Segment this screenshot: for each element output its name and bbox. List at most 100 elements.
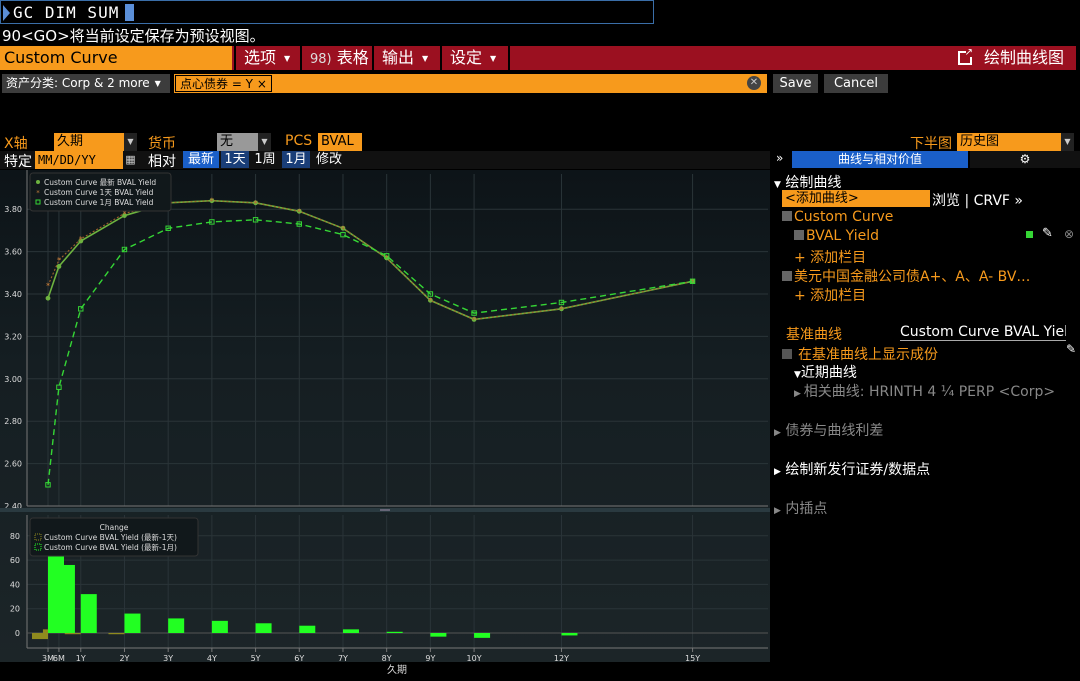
yield-curve-chart: 2.402.602.803.003.203.403.603.80***** ***…: [0, 170, 770, 676]
y-tick-label: 40: [10, 580, 20, 589]
filter-tag[interactable]: 点心债券 = Y ×: [175, 75, 272, 92]
data-point: *: [341, 224, 345, 233]
date-input[interactable]: MM/DD/YY: [35, 151, 123, 169]
asset-class-label: 资产分类: Corp & 2 more: [6, 76, 150, 90]
bar: [64, 633, 81, 635]
add-curve-input[interactable]: <添加曲线>: [782, 190, 930, 207]
chart-area: 2.40 2.60 2.80 3.00 3.20 3.40 3.60 3.80 * * * * * * * *…: [0, 170, 770, 676]
interpolation-label: 内插点: [785, 501, 828, 517]
pencil-icon[interactable]: ✎: [1042, 226, 1053, 241]
usd-curve-item[interactable]: 美元中国金融公司债A+、A、A- BV…: [782, 266, 1030, 286]
period-latest[interactable]: 最新: [183, 151, 219, 168]
command-line[interactable]: GC DIM SUM: [0, 0, 654, 24]
custom-curve-item[interactable]: Custom Curve: [782, 209, 893, 225]
currency-dropdown[interactable]: 无: [217, 133, 259, 151]
checkbox[interactable]: [794, 230, 804, 240]
y-tick-label: 0: [15, 629, 20, 638]
plot-curves-section[interactable]: ▼ 绘制曲线: [774, 172, 841, 192]
asset-class-dropdown[interactable]: 资产分类: Corp & 2 more ▼: [2, 74, 170, 93]
benchmark-input[interactable]: Custom Curve BVAL Yiel: [900, 323, 1066, 341]
bval-yield-item[interactable]: BVAL Yield: [794, 228, 879, 244]
pencil-icon[interactable]: ✎: [1066, 342, 1076, 356]
y-tick-label: 3.20: [4, 332, 22, 341]
x-tick-label: 15Y: [685, 654, 700, 663]
bond-spread-section[interactable]: ▶ 债券与曲线利差: [774, 420, 883, 440]
y-tick-label: 20: [10, 605, 20, 614]
lower-chart-dropdown[interactable]: 历史图: [957, 133, 1061, 151]
x-tick-label: 3Y: [163, 654, 173, 663]
checkbox[interactable]: [782, 271, 792, 281]
line-legend: Custom Curve 最新 BVAL Yield * Custom Curve …: [29, 172, 172, 212]
y-tick-label: 2.60: [4, 460, 22, 469]
related-curves-item[interactable]: ▶ 相关曲线: HRINTH 4 ¼ PERP <Corp>: [794, 381, 1055, 401]
bar: [32, 633, 48, 640]
pcs-label: PCS: [285, 133, 313, 149]
plot-new-label: 绘制新发行证券/数据点: [785, 462, 931, 478]
right-panel: » 曲线与相对价值 ⚙ ▼ 绘制曲线 <添加曲线> 浏览 | CRVF » Cu…: [770, 151, 1080, 681]
interpolation-section[interactable]: ▶ 内插点: [774, 498, 827, 518]
clear-icon[interactable]: ✕: [747, 76, 761, 90]
recent-curves-label: 近期曲线: [800, 365, 857, 381]
y-tick-label: 80: [10, 532, 20, 541]
legend-label: Custom Curve BVAL Yield (最新-1天): [44, 532, 177, 542]
expand-icon[interactable]: »: [776, 151, 783, 165]
data-point: *: [428, 296, 432, 305]
output-menu[interactable]: 输出 ▼: [374, 46, 442, 70]
checkbox[interactable]: [782, 349, 792, 359]
period-1d[interactable]: 1天: [221, 151, 249, 168]
external-link-icon: ↗: [957, 48, 974, 65]
plot-curve-label: 绘制曲线图: [983, 48, 1064, 67]
bar-legend-title: Change: [100, 523, 129, 532]
data-point: *: [297, 207, 301, 216]
checkbox[interactable]: [782, 211, 792, 221]
table-menu[interactable]: 98) 表格: [302, 46, 374, 70]
settings-label: 设定: [450, 48, 483, 67]
x-tick-label: 6M: [53, 654, 65, 663]
legend-marker: *: [36, 189, 40, 197]
curve-title[interactable]: Custom Curve: [0, 46, 232, 70]
plot-curve-button[interactable]: ↗ 绘制曲线图: [957, 46, 1064, 70]
x-axis-dropdown[interactable]: 久期: [54, 133, 124, 151]
edit-button[interactable]: 修改: [312, 151, 346, 168]
chevron-down-icon[interactable]: ▼: [124, 133, 137, 151]
series-color-swatch[interactable]: [1026, 231, 1033, 238]
calendar-icon[interactable]: ▦: [124, 151, 137, 169]
add-column-button-2[interactable]: + 添加栏目: [794, 285, 866, 305]
y-tick-label: 2.80: [4, 417, 22, 426]
add-column-button[interactable]: + 添加栏目: [794, 247, 866, 267]
settings-menu[interactable]: 设定 ▼: [442, 46, 510, 70]
hint-text: 90<GO>将当前设定保存为预设视图。: [2, 27, 265, 45]
tab-curves-relative-value[interactable]: 曲线与相对价值: [792, 151, 968, 168]
show-constituents-item[interactable]: 在基准曲线上显示成份: [782, 344, 938, 364]
browse-link[interactable]: 浏览 | CRVF »: [932, 190, 1023, 210]
chevron-down-icon[interactable]: ▼: [1061, 133, 1074, 151]
triangle-right-icon: ▶: [774, 467, 781, 477]
x-tick-label: 2Y: [119, 654, 129, 663]
save-button[interactable]: Save: [773, 74, 818, 93]
x-tick-label: 7Y: [338, 654, 348, 663]
pcs-input[interactable]: BVAL: [318, 133, 362, 151]
chevron-down-icon[interactable]: ▼: [258, 133, 271, 151]
gear-icon[interactable]: ⚙: [970, 151, 1080, 168]
specific-label: 特定: [4, 154, 32, 170]
chevron-down-icon: ▼: [422, 54, 429, 63]
bar: [58, 564, 75, 633]
recent-curves-section[interactable]: ▼近期曲线: [794, 362, 857, 382]
bar: [342, 629, 359, 633]
currency-label: 货币: [148, 136, 176, 152]
period-1m[interactable]: 1月: [282, 151, 310, 168]
table-prefix: 98): [310, 52, 332, 67]
bar: [474, 633, 491, 638]
bar: [255, 623, 272, 633]
divider-handle: [380, 509, 390, 511]
remove-icon[interactable]: ⊗: [1064, 227, 1074, 241]
bar: [430, 633, 447, 637]
close-icon[interactable]: ×: [257, 77, 267, 91]
y-tick-label: 3.80: [4, 205, 22, 214]
bar-legend: ChangeCustom Curve BVAL Yield (最新-1天)Cus…: [29, 517, 199, 557]
period-1w[interactable]: 1周: [251, 151, 279, 168]
options-menu[interactable]: 选项 ▼: [234, 46, 302, 70]
plot-new-section[interactable]: ▶ 绘制新发行证券/数据点: [774, 459, 930, 479]
cancel-button[interactable]: Cancel: [824, 74, 888, 93]
filter-input[interactable]: 点心债券 = Y × ✕: [174, 74, 767, 93]
